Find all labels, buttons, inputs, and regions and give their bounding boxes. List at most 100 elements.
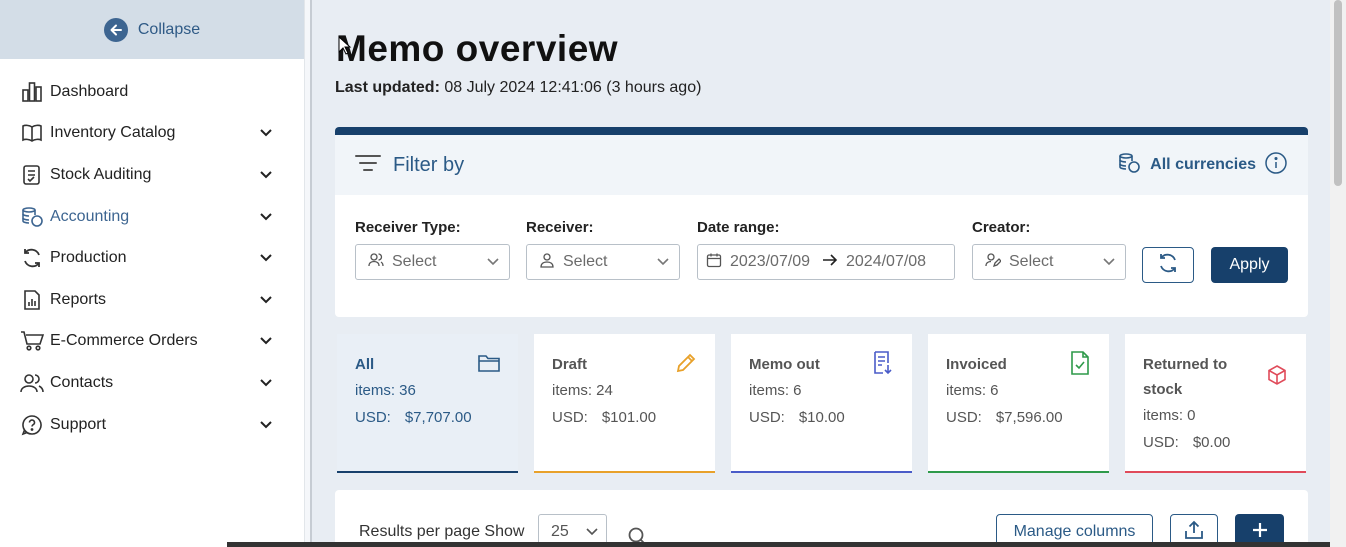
chevron-down-icon[interactable]: [258, 250, 274, 266]
card-title: Returned to stock: [1143, 356, 1228, 398]
chevron-down-icon[interactable]: [258, 375, 274, 391]
coins-icon: [20, 205, 44, 229]
creator-group: Creator: Select: [972, 219, 1126, 280]
chevron-down-icon: [1103, 253, 1115, 271]
users-icon: [20, 371, 44, 395]
currency-label: All currencies: [1150, 156, 1256, 173]
status-card-all[interactable]: All items: 36 USD: $7,707.00: [337, 334, 518, 473]
sidebar-nav: Dashboard Inventory Catalog Stock Auditi…: [0, 59, 304, 445]
chart-bar-icon: [20, 80, 44, 104]
sidebar-item-label: Inventory Catalog: [50, 124, 176, 142]
chevron-down-icon[interactable]: [258, 333, 274, 349]
sidebar-item-stock-auditing[interactable]: Stock Auditing: [0, 154, 304, 196]
horizontal-scrollbar[interactable]: [227, 542, 1346, 547]
user-icon: [539, 252, 555, 273]
chevron-down-icon[interactable]: [258, 125, 274, 141]
card-items: items: 36: [355, 382, 416, 399]
receiver-type-select[interactable]: Select: [355, 244, 510, 280]
sidebar-item-production[interactable]: Production: [0, 237, 304, 279]
upload-icon: [1184, 520, 1204, 545]
card-amount-row: USD: $7,596.00: [946, 404, 1091, 431]
card-amount: $10.00: [798, 409, 845, 426]
apply-button[interactable]: Apply: [1211, 247, 1288, 283]
sidebar: Collapse Dashboard Inventory Catalog Sto…: [0, 0, 304, 547]
chevron-down-icon[interactable]: [258, 292, 274, 308]
creator-value: Select: [1009, 253, 1054, 270]
page-title: Memo overview: [336, 28, 619, 69]
sidebar-item-ecommerce-orders[interactable]: E-Commerce Orders: [0, 321, 304, 363]
sidebar-item-contacts[interactable]: Contacts: [0, 362, 304, 404]
card-items: items: 0: [1143, 407, 1196, 424]
info-icon[interactable]: [1264, 151, 1288, 180]
date-to[interactable]: 2024/07/08: [846, 253, 930, 271]
card-items: items: 6: [749, 382, 802, 399]
collapse-button[interactable]: Collapse: [0, 0, 304, 59]
chevron-down-icon[interactable]: [258, 209, 274, 225]
card-amount-row: USD: $10.00: [749, 404, 894, 431]
card-title: Invoiced: [946, 356, 1007, 373]
vertical-scrollbar[interactable]: [1330, 0, 1346, 547]
scrollbar-thumb[interactable]: [1334, 0, 1342, 186]
chevron-down-icon[interactable]: [258, 417, 274, 433]
filter-header: Filter by All currencies: [335, 135, 1308, 195]
card-amount: $7,707.00: [404, 409, 472, 426]
sidebar-item-label: Accounting: [50, 207, 130, 225]
card-amount: $101.00: [601, 409, 657, 426]
receiver-type-value: Select: [392, 253, 437, 270]
date-range-picker[interactable]: 2023/07/09 2024/07/08: [697, 244, 955, 280]
card-title: Memo out: [749, 356, 820, 373]
chevron-down-icon: [657, 253, 669, 271]
refresh-icon: [20, 246, 44, 270]
sidebar-item-support[interactable]: Support: [0, 404, 304, 446]
book-icon: [20, 121, 44, 145]
status-card-returned-to-stock[interactable]: Returned to stock items: 0 USD: $0.00: [1125, 334, 1306, 473]
refresh-icon: [1157, 252, 1179, 279]
chevron-down-icon[interactable]: [258, 167, 274, 183]
date-range-label: Date range:: [697, 219, 780, 236]
box-icon: [1264, 362, 1290, 388]
sidebar-item-reports[interactable]: Reports: [0, 279, 304, 321]
date-range-group: Date range: 2023/07/09 2024/07/08: [697, 219, 955, 280]
sidebar-item-label: Contacts: [50, 373, 114, 391]
collapse-label: Collapse: [137, 20, 201, 38]
card-amount-row: USD: $0.00: [1143, 429, 1288, 456]
sidebar-resize-handle[interactable]: [304, 0, 312, 547]
results-per-page-value: 25: [551, 523, 569, 540]
sidebar-item-dashboard[interactable]: Dashboard: [0, 71, 304, 113]
cart-icon: [20, 329, 44, 353]
plus-icon: [1252, 522, 1268, 543]
receiver-type-group: Receiver Type: Select: [355, 219, 510, 280]
status-card-draft[interactable]: Draft items: 24 USD: $101.00: [534, 334, 715, 473]
last-updated: Last updated: 08 July 2024 12:41:06 (3 h…: [335, 79, 701, 97]
clipboard-check-icon: [20, 163, 44, 187]
filter-title: Filter by: [393, 153, 465, 176]
receiver-select[interactable]: Select: [526, 244, 680, 280]
chevron-down-icon: [586, 523, 598, 541]
filter-body: Receiver Type: Select Receiver: Select D…: [335, 195, 1308, 317]
date-from[interactable]: 2023/07/09: [730, 253, 814, 271]
card-currency: USD:: [749, 409, 785, 426]
card-items: items: 24: [552, 382, 613, 399]
receiver-label: Receiver:: [526, 219, 594, 236]
results-per-page-label: Results per page Show: [359, 523, 525, 540]
main-content: Memo overview Last updated: 08 July 2024…: [312, 0, 1330, 547]
card-items: items: 6: [946, 382, 999, 399]
sidebar-item-accounting[interactable]: Accounting: [0, 196, 304, 238]
reset-filters-button[interactable]: [1142, 247, 1194, 283]
currency-selector[interactable]: All currencies: [1118, 151, 1288, 180]
card-currency: USD:: [946, 409, 982, 426]
mouse-cursor-icon: [338, 35, 352, 61]
receiver-group: Receiver: Select: [526, 219, 680, 280]
card-amount-row: USD: $101.00: [552, 404, 697, 431]
card-currency: USD:: [1143, 434, 1179, 451]
status-card-memo-out[interactable]: Memo out items: 6 USD: $10.00: [731, 334, 912, 473]
creator-select[interactable]: Select: [972, 244, 1126, 280]
status-card-invoiced[interactable]: Invoiced items: 6 USD: $7,596.00: [928, 334, 1109, 473]
sidebar-item-label: Production: [50, 249, 127, 267]
card-currency: USD:: [552, 409, 588, 426]
receiver-value: Select: [563, 253, 608, 270]
sidebar-item-label: Dashboard: [50, 82, 129, 100]
sidebar-item-inventory-catalog[interactable]: Inventory Catalog: [0, 113, 304, 155]
chevron-down-icon: [487, 253, 499, 271]
sidebar-item-label: Support: [50, 415, 107, 433]
